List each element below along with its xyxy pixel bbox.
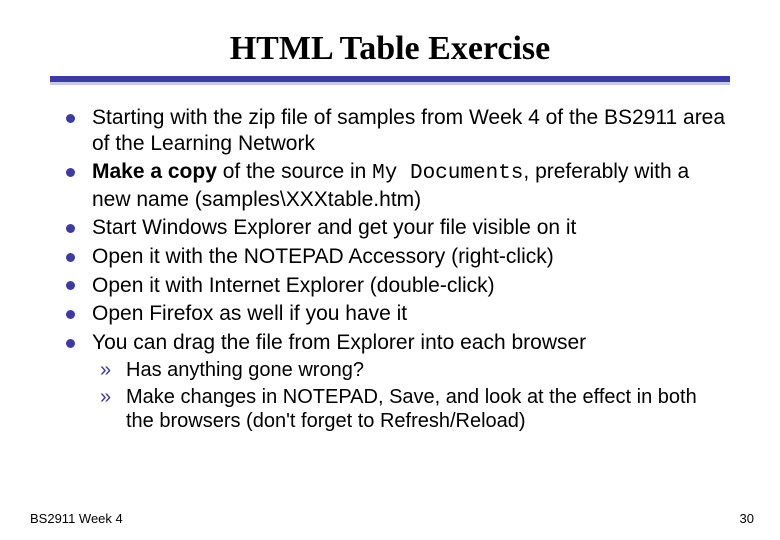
bullet-item: Open it with Internet Explorer (double-c… [60,273,730,299]
bullet-item: Make a copy of the source in My Document… [60,159,730,212]
bullet-item: Starting with the zip file of samples fr… [60,105,730,156]
sub-bullet-item: Has anything gone wrong? [100,358,730,382]
footer-left: BS2911 Week 4 [30,511,123,526]
bullet-item: You can drag the file from Explorer into… [60,330,730,356]
divider-bottom [50,82,730,85]
sub-bullet-list: Has anything gone wrong? Make changes in… [100,358,730,433]
bullet-list: Starting with the zip file of samples fr… [60,105,730,355]
slide: HTML Table Exercise Starting with the zi… [0,0,780,540]
slide-number: 30 [740,511,754,526]
slide-title: HTML Table Exercise [50,30,730,68]
bullet-item: Start Windows Explorer and get your file… [60,215,730,241]
slide-content: Starting with the zip file of samples fr… [50,105,730,434]
bullet-item: Open it with the NOTEPAD Accessory (righ… [60,244,730,270]
sub-bullet-item: Make changes in NOTEPAD, Save, and look … [100,385,730,434]
bullet-item: Open Firefox as well if you have it [60,301,730,327]
